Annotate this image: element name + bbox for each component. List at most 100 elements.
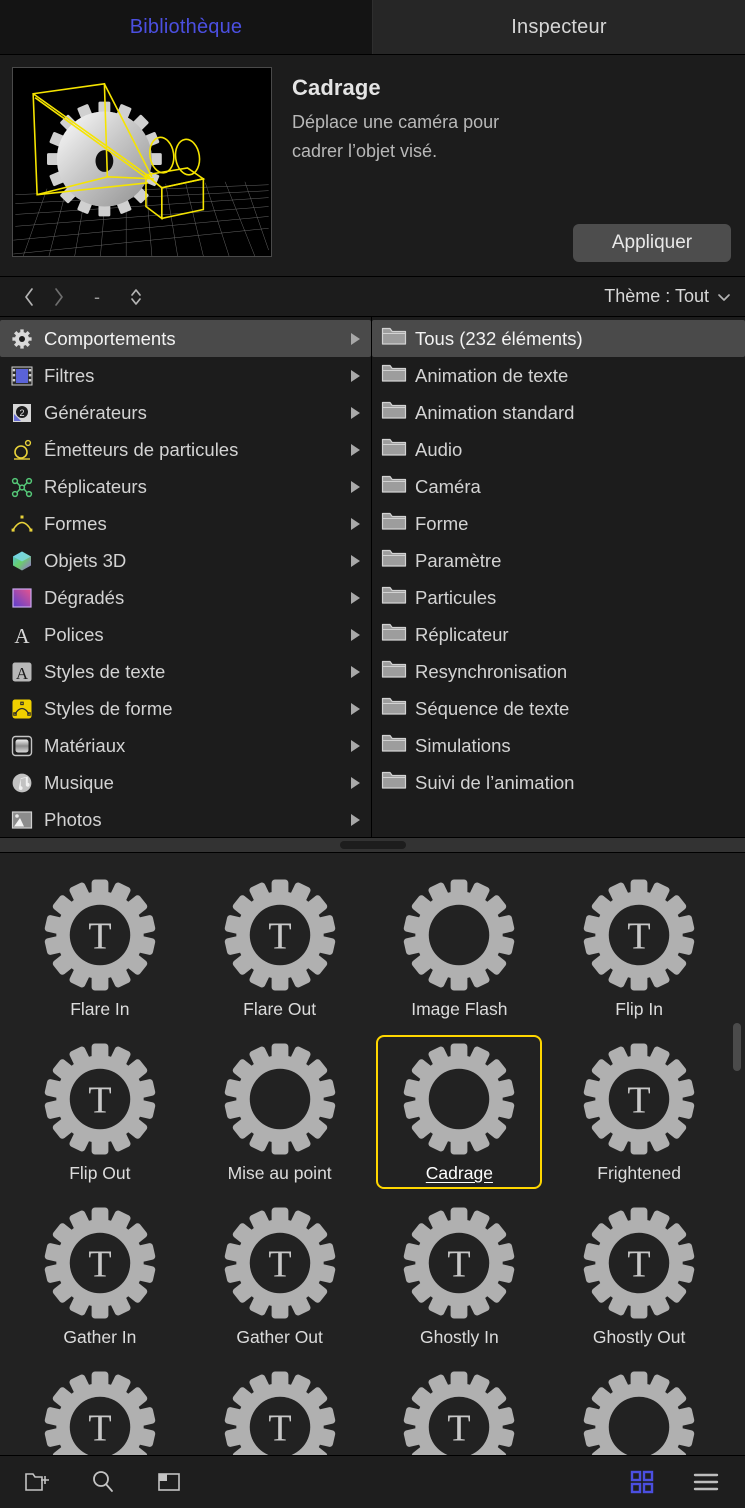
behavior-item-item-14[interactable]: T — [370, 1353, 550, 1455]
behavior-item-flare-in[interactable]: T Flare In — [10, 861, 190, 1025]
behavior-item-ghostly-in[interactable]: T Ghostly In — [370, 1189, 550, 1353]
grid-view-icon[interactable] — [625, 1465, 659, 1499]
list-view-icon[interactable] — [689, 1465, 723, 1499]
folder-item-audio[interactable]: Audio — [372, 431, 745, 468]
behavior-item-box: T Flare In — [17, 871, 183, 1025]
behavior-item-box: T Ghostly In — [376, 1199, 542, 1353]
folder-list[interactable]: Tous (232 éléments) Animation de texte Ani… — [372, 317, 745, 837]
tab-inspecteur[interactable]: Inspecteur — [372, 0, 745, 54]
svg-text:A: A — [16, 664, 29, 683]
folder-item-suivi-de-l-animation[interactable]: Suivi de l’animation — [372, 764, 745, 801]
behavior-item-label: Flare Out — [243, 999, 317, 1019]
disclosure-triangle-icon[interactable] — [351, 369, 360, 382]
folder-item-tous-232-l-ments[interactable]: Tous (232 éléments) — [372, 320, 745, 357]
behavior-item-box: T Flare Out — [197, 871, 363, 1025]
behavior-item-mise-au-point[interactable]: Mise au point — [190, 1025, 370, 1189]
folder-item-cam-ra[interactable]: Caméra — [372, 468, 745, 505]
bottom-toolbar — [0, 1455, 745, 1508]
grid-scrollbar-thumb[interactable] — [733, 1023, 741, 1071]
folder-item-label: Paramètre — [415, 549, 502, 571]
behavior-item-label: Mise au point — [227, 1163, 332, 1183]
apply-button[interactable]: Appliquer — [573, 224, 731, 262]
folder-item-forme[interactable]: Forme — [372, 505, 745, 542]
particle-emitter-icon — [9, 438, 35, 462]
stepper-up-down-icon[interactable] — [120, 286, 152, 308]
theme-dropdown[interactable]: Thème : Tout — [604, 286, 733, 307]
category-item-formes[interactable]: Formes — [0, 505, 371, 542]
behavior-item-label: Gather Out — [236, 1327, 323, 1347]
behavior-item-flare-out[interactable]: T Flare Out — [190, 861, 370, 1025]
category-item-mat-riaux[interactable]: Matériaux — [0, 727, 371, 764]
disclosure-triangle-icon[interactable] — [351, 702, 360, 715]
svg-text:T: T — [448, 1407, 471, 1449]
tab-bar: Bibliothèque Inspecteur — [0, 0, 745, 55]
category-item-label: Émetteurs de particules — [44, 438, 239, 460]
svg-text:T: T — [268, 1243, 291, 1285]
folder-item-animation-standard[interactable]: Animation standard — [372, 394, 745, 431]
disclosure-triangle-icon[interactable] — [351, 332, 360, 345]
behavior-item-cadrage[interactable]: Cadrage — [370, 1025, 550, 1189]
panel-resize-handle[interactable] — [0, 837, 745, 853]
category-item-r-plicateurs[interactable]: Réplicateurs — [0, 468, 371, 505]
behavior-gear-icon: T — [583, 879, 695, 991]
tab-bibliotheque[interactable]: Bibliothèque — [0, 0, 372, 54]
disclosure-triangle-icon[interactable] — [351, 665, 360, 678]
category-item-musique[interactable]: Musique — [0, 764, 371, 801]
svg-text:T: T — [88, 1407, 111, 1449]
disclosure-triangle-icon[interactable] — [351, 480, 360, 493]
preview-description-line2: cadrer l’objet visé. — [292, 141, 438, 162]
category-item-metteurs-de-particules[interactable]: Émetteurs de particules — [0, 431, 371, 468]
folder-item-param-tre[interactable]: Paramètre — [372, 542, 745, 579]
disclosure-triangle-icon[interactable] — [351, 776, 360, 789]
new-folder-icon[interactable] — [20, 1465, 54, 1499]
category-item-photos[interactable]: Photos — [0, 801, 371, 837]
behavior-item-item-12[interactable]: T — [10, 1353, 190, 1455]
folder-item-particules[interactable]: Particules — [372, 579, 745, 616]
library-columns: Comportements Filtres 2 Générateurs Émetteur… — [0, 317, 745, 837]
category-item-polices[interactable]: A Polices — [0, 616, 371, 653]
folder-item-s-quence-de-texte[interactable]: Séquence de texte — [372, 690, 745, 727]
folder-item-simulations[interactable]: Simulations — [372, 727, 745, 764]
behavior-item-flip-in[interactable]: T Flip In — [549, 861, 729, 1025]
svg-text:T: T — [88, 1243, 111, 1285]
preview-info: Cadrage Déplace une caméra pour cadrer l… — [272, 67, 731, 266]
chevron-right-icon[interactable] — [44, 283, 74, 311]
category-item-label: Générateurs — [44, 401, 147, 423]
category-item-d-grad-s[interactable]: Dégradés — [0, 579, 371, 616]
behavior-item-box: T — [17, 1363, 183, 1455]
behavior-item-gather-in[interactable]: T Gather In — [10, 1189, 190, 1353]
category-item-g-n-rateurs[interactable]: 2 Générateurs — [0, 394, 371, 431]
search-icon[interactable] — [86, 1465, 120, 1499]
folder-item-animation-de-texte[interactable]: Animation de texte — [372, 357, 745, 394]
behavior-item-flip-out[interactable]: T Flip Out — [10, 1025, 190, 1189]
disclosure-triangle-icon[interactable] — [351, 739, 360, 752]
disclosure-triangle-icon[interactable] — [351, 517, 360, 530]
disclosure-triangle-icon[interactable] — [351, 406, 360, 419]
disclosure-triangle-icon[interactable] — [351, 554, 360, 567]
category-item-label: Dégradés — [44, 586, 125, 608]
panel-toggle-icon[interactable] — [152, 1465, 186, 1499]
folder-item-r-plicateur[interactable]: Réplicateur — [372, 616, 745, 653]
category-item-comportements[interactable]: Comportements — [0, 320, 371, 357]
behavior-gear-icon: T — [403, 1207, 515, 1319]
chevron-left-icon[interactable] — [14, 283, 44, 311]
category-item-styles-de-forme[interactable]: Styles de forme — [0, 690, 371, 727]
category-list[interactable]: Comportements Filtres 2 Générateurs Émetteur… — [0, 317, 372, 837]
behavior-item-frightened[interactable]: T Frightened — [549, 1025, 729, 1189]
disclosure-triangle-icon[interactable] — [351, 813, 360, 826]
folder-item-resynchronisation[interactable]: Resynchronisation — [372, 653, 745, 690]
category-item-objets-3d[interactable]: Objets 3D — [0, 542, 371, 579]
font-icon: A — [9, 623, 35, 647]
behavior-item-item-15[interactable] — [549, 1353, 729, 1455]
behavior-item-image-flash[interactable]: Image Flash — [370, 861, 550, 1025]
category-item-styles-de-texte[interactable]: A Styles de texte — [0, 653, 371, 690]
disclosure-triangle-icon[interactable] — [351, 628, 360, 641]
disclosure-triangle-icon[interactable] — [351, 443, 360, 456]
disclosure-triangle-icon[interactable] — [351, 591, 360, 604]
category-item-filtres[interactable]: Filtres — [0, 357, 371, 394]
folder-icon — [381, 733, 415, 758]
behavior-item-gather-out[interactable]: T Gather Out — [190, 1189, 370, 1353]
behavior-item-box — [556, 1363, 722, 1455]
behavior-item-item-13[interactable]: T — [190, 1353, 370, 1455]
behavior-item-ghostly-out[interactable]: T Ghostly Out — [549, 1189, 729, 1353]
